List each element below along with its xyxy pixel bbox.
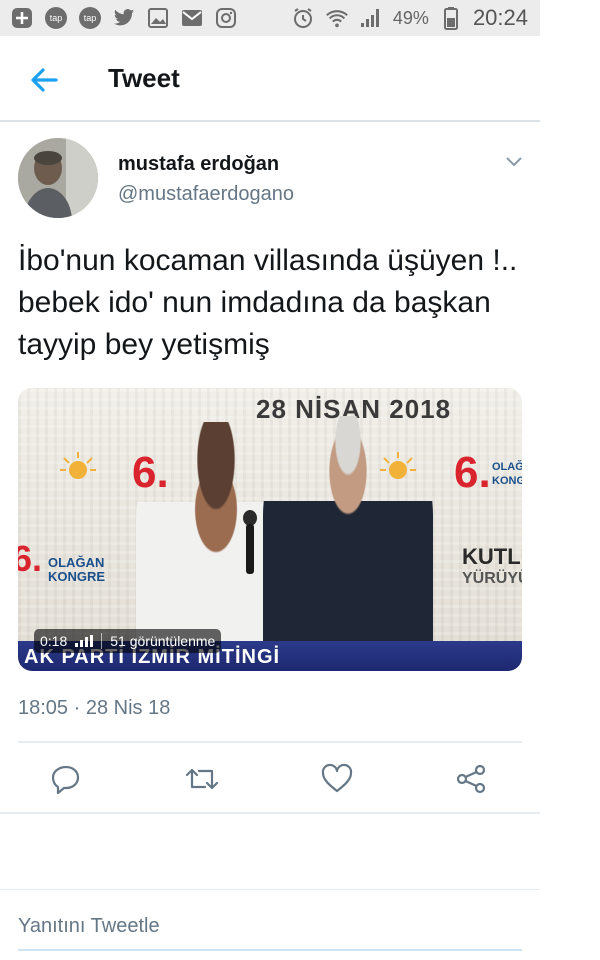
volume-bars-icon [75,635,94,647]
guest-figure [263,416,433,666]
avatar-image [18,138,98,218]
tweet-detail-screen: tap tap 49% 20:24 Tweet mustafa erdoğan … [0,0,540,960]
instagram-icon [214,6,238,30]
overlay-divider [101,633,103,649]
author-handle[interactable]: @mustafaerdogano [118,183,294,206]
congress-number: 6. [454,448,491,497]
share-button[interactable] [454,762,490,798]
tap-app-icon: tap [44,6,68,30]
share-icon [456,764,486,794]
olagan-kongre-label: OLAĞAN KONGRE [492,461,522,487]
video-player[interactable]: 28 NİSAN 2018 6. 6. 6. OLAĞAN KONGRE OLA… [18,388,522,671]
microphone-icon [243,510,257,574]
divider [0,889,540,890]
status-bar: tap tap 49% 20:24 [0,0,540,36]
tweet-text: İbo'nun kocaman villasında üşüyen !.. be… [18,244,518,361]
tweet-actions [18,750,522,810]
back-arrow-icon [31,68,58,92]
divider [0,812,540,814]
alarm-icon [291,6,315,30]
author-name[interactable]: mustafa erdoğan [118,153,279,176]
divider [18,741,522,743]
screenshot-margin [540,0,600,960]
battery-percent: 49% [392,7,429,28]
app-header: Tweet [0,36,540,120]
yuruyus-label: YÜRÜYÜŞ [462,570,522,587]
reply-icon [51,765,80,795]
like-button[interactable] [320,762,356,798]
ak-parti-logo [60,452,96,479]
system-indicators: 49% 20:24 [291,5,528,31]
plus-box-icon [10,6,34,30]
retweet-button[interactable] [184,762,220,798]
heart-icon [321,763,353,793]
view-count: 51 görüntülenme [110,633,216,649]
tap-app-icon: tap [78,6,102,30]
tap-label: tap [79,7,101,29]
video-duration: 0:18 [40,633,68,649]
congress-number: 6. [18,538,43,579]
signal-icon [359,6,383,30]
gallery-icon [146,6,170,30]
tweet-options-button[interactable] [503,150,525,172]
reply-input[interactable]: Yanıtını Tweetle [18,905,522,951]
reply-button[interactable] [49,762,85,798]
tweet-timestamp: 18:05 · 28 Nis 18 [18,697,171,719]
video-info-overlay: 0:18 51 görüntülenme [34,629,222,653]
battery-icon [439,6,463,30]
back-button[interactable] [26,62,62,98]
mail-icon [180,6,204,30]
retweet-icon [185,768,219,790]
chevron-down-icon [506,157,522,167]
notification-icons: tap tap [10,6,238,30]
clock: 20:24 [472,5,528,30]
kutlu-label: KUTLU [462,544,522,569]
olagan-kongre-label: OLAĞAN KONGRE [48,555,106,584]
twitter-icon [112,6,136,30]
wifi-icon [325,6,349,30]
page-title: Tweet [108,63,180,93]
tap-label: tap [45,7,67,29]
avatar[interactable] [18,138,98,218]
header-divider [0,120,540,122]
reply-placeholder: Yanıtını Tweetle [18,915,160,937]
